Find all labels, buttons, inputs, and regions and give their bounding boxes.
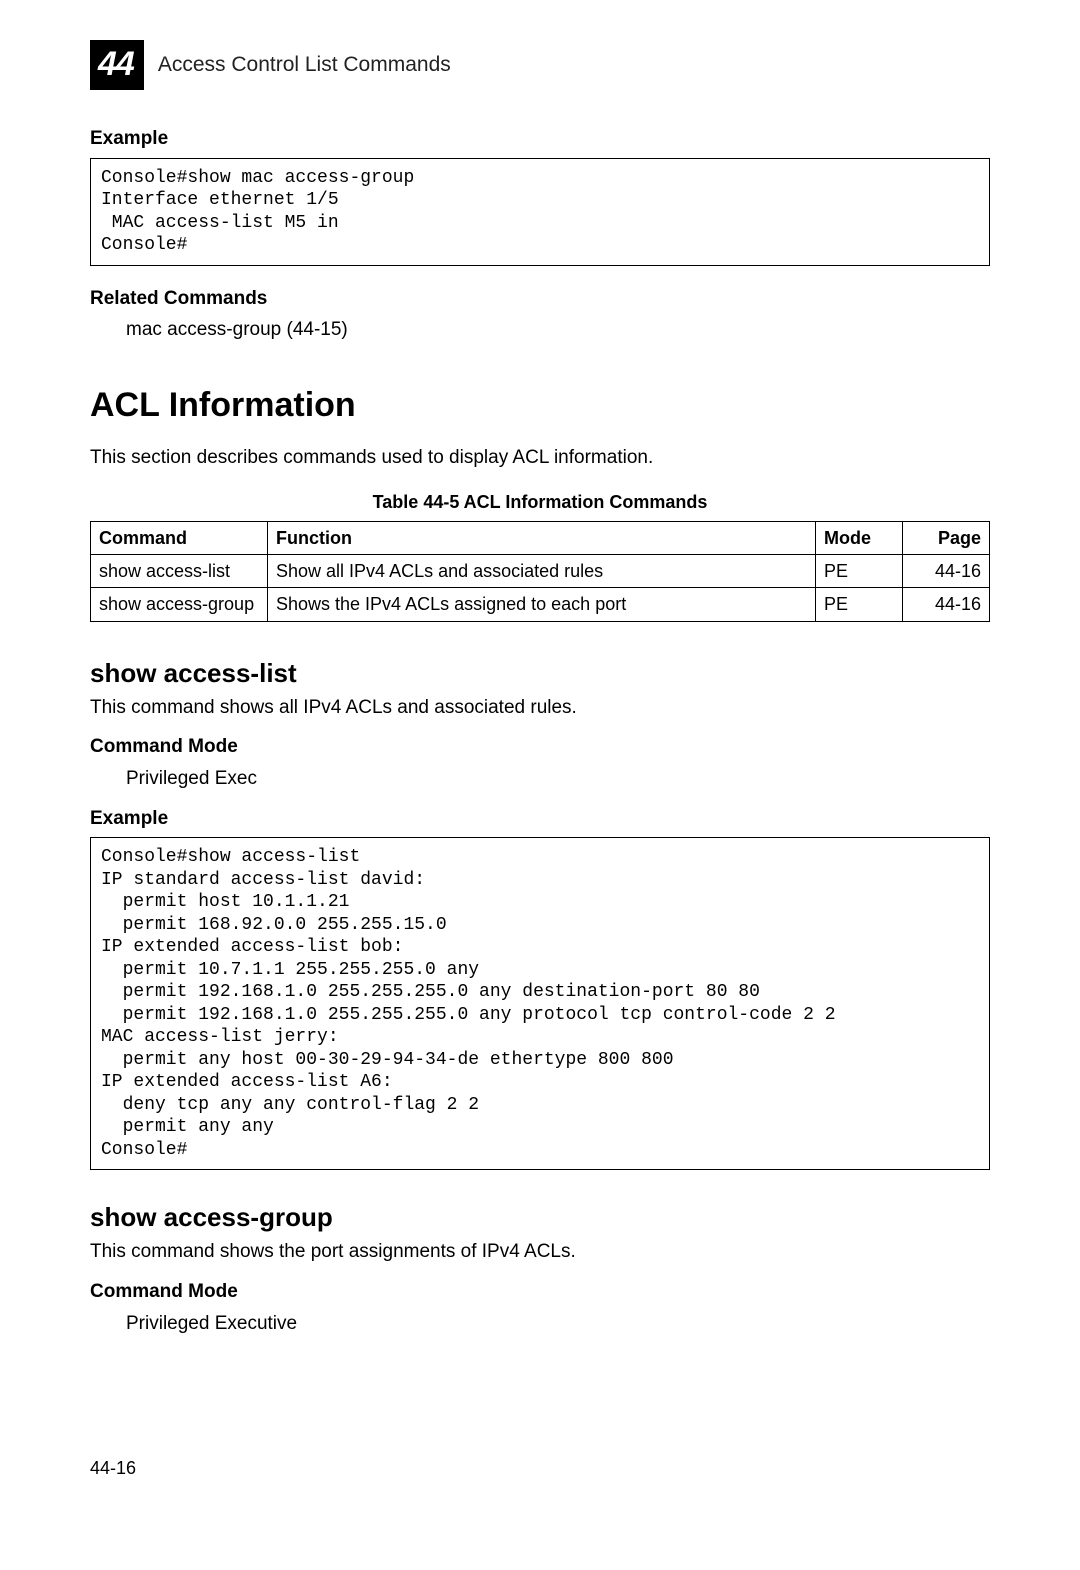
example-code-block: Console#show access-list IP standard acc… [90,837,990,1170]
table-row: show access-group Shows the IPv4 ACLs as… [91,588,990,621]
table-header-page: Page [903,521,990,554]
cell-page: 44-16 [903,588,990,621]
example-label: Example [90,806,990,832]
show-access-group-desc: This command shows the port assignments … [90,1239,990,1265]
table-header-mode: Mode [816,521,903,554]
cell-mode: PE [816,554,903,587]
related-commands-text: mac access-group (44-15) [126,317,990,343]
cell-page: 44-16 [903,554,990,587]
table-header-command: Command [91,521,268,554]
table-caption: Table 44-5 ACL Information Commands [90,490,990,514]
cell-function: Show all IPv4 ACLs and associated rules [268,554,816,587]
example-code-block: Console#show mac access-group Interface … [90,158,990,266]
cell-command: show access-list [91,554,268,587]
acl-commands-table: Command Function Mode Page show access-l… [90,521,990,622]
command-mode-value: Privileged Exec [126,766,990,792]
table-header-function: Function [268,521,816,554]
chapter-title: Access Control List Commands [158,51,451,79]
show-access-group-title: show access-group [90,1200,990,1235]
cell-command: show access-group [91,588,268,621]
page-number: 44-16 [90,1456,990,1480]
related-commands-label: Related Commands [90,286,990,312]
command-mode-value: Privileged Executive [126,1311,990,1337]
cell-function: Shows the IPv4 ACLs assigned to each por… [268,588,816,621]
section-intro: This section describes commands used to … [90,445,990,471]
cell-mode: PE [816,588,903,621]
show-access-list-desc: This command shows all IPv4 ACLs and ass… [90,695,990,721]
show-access-list-title: show access-list [90,656,990,691]
table-row: show access-list Show all IPv4 ACLs and … [91,554,990,587]
section-title: ACL Information [90,383,990,429]
chapter-number-badge: 44 [90,40,144,90]
page-header: 44 Access Control List Commands [90,40,990,90]
command-mode-label: Command Mode [90,734,990,760]
command-mode-label: Command Mode [90,1279,990,1305]
example-label: Example [90,126,990,152]
